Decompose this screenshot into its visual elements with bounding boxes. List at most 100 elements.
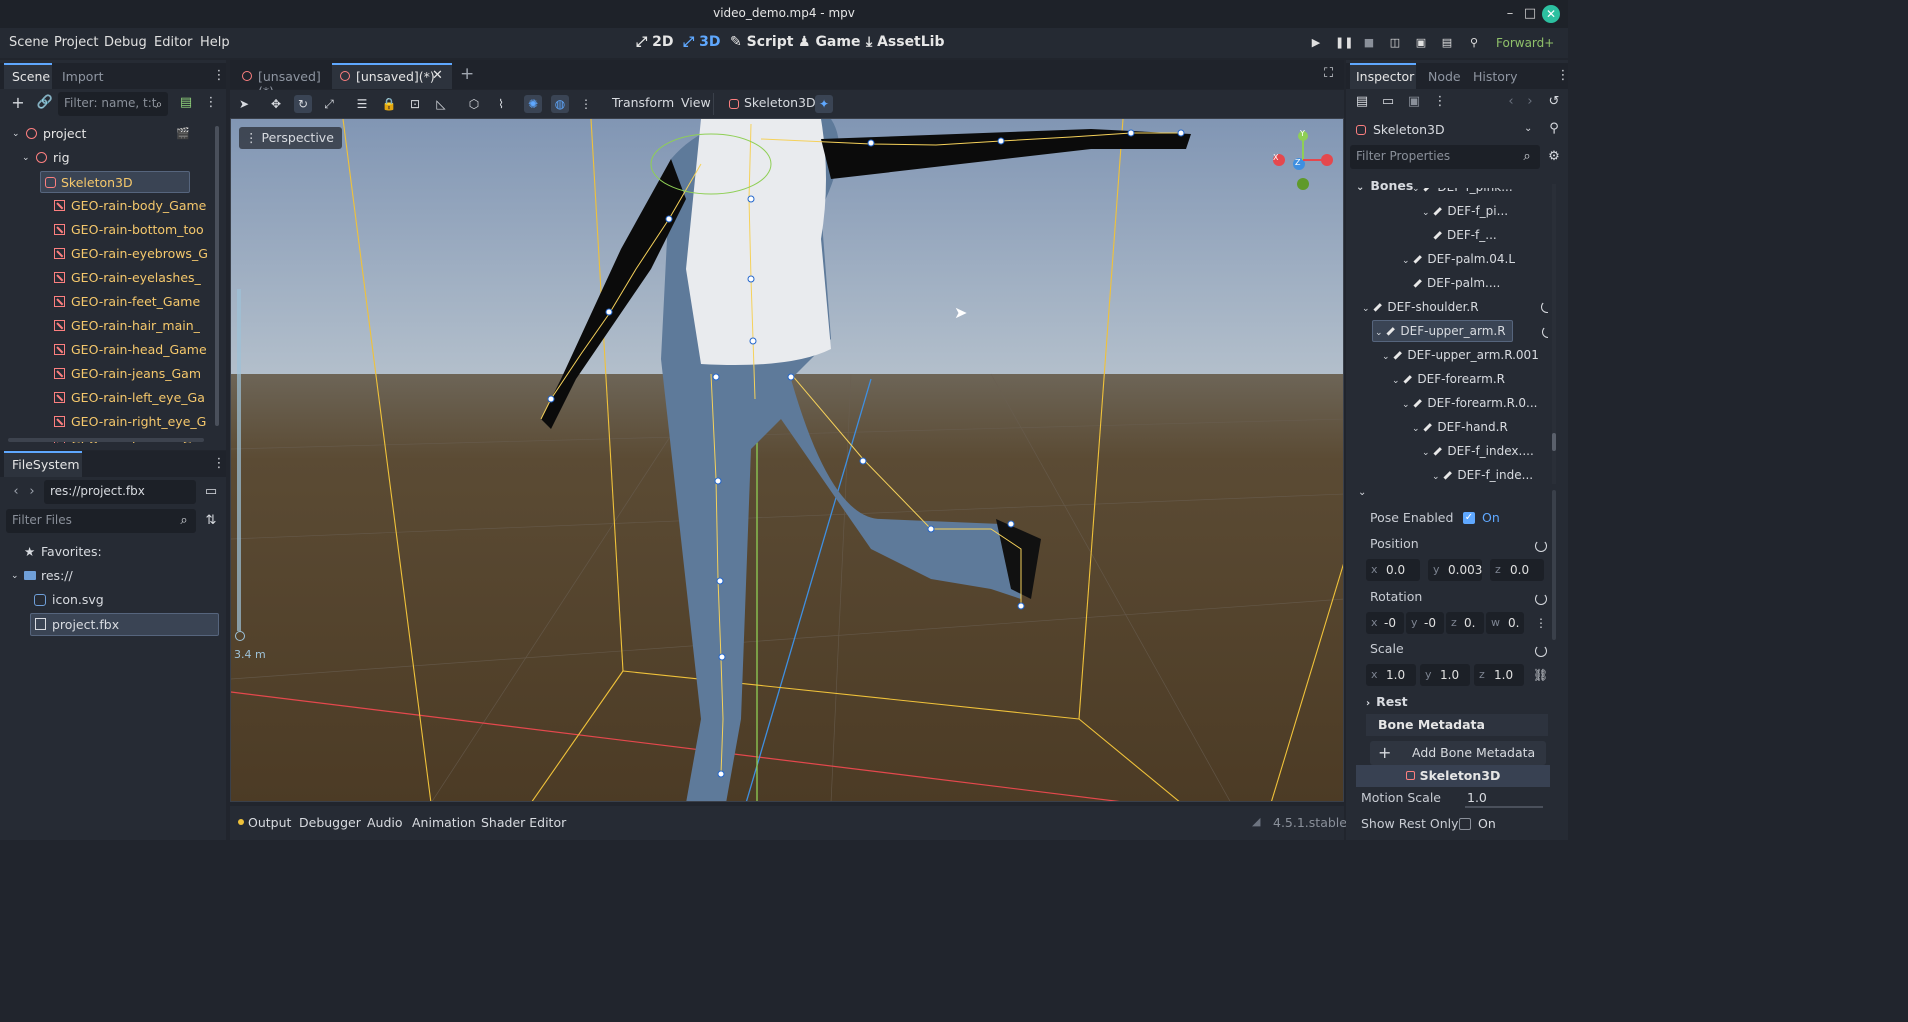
add-tab-icon[interactable]: + bbox=[460, 64, 474, 84]
scene-tree-item[interactable]: GEO-rain-right_eye_G bbox=[0, 411, 210, 433]
link-icon[interactable]: ⛓ bbox=[1533, 668, 1548, 682]
scene-tree-item[interactable]: GEO-rain-body_Game bbox=[0, 195, 210, 217]
movie-maker-icon[interactable]: ⚲ bbox=[1466, 35, 1482, 51]
chevron-down-icon[interactable]: ⌄ bbox=[1358, 487, 1366, 498]
skeleton3d-menu[interactable]: Skeleton3D bbox=[744, 95, 816, 110]
view-menu[interactable]: View bbox=[681, 95, 711, 110]
bone-item[interactable]: ⌄ DEF-forearm.R.0... bbox=[1402, 392, 1537, 414]
scene-tree-item[interactable]: GEO-rain-left_eye_Ga bbox=[0, 387, 210, 409]
tab-node[interactable]: Node bbox=[1428, 69, 1461, 84]
bone-item[interactable]: ⌄ DEF-palm.04.L bbox=[1402, 248, 1515, 270]
history-back-icon[interactable]: ‹ bbox=[1502, 93, 1520, 111]
tab-output[interactable]: Output bbox=[248, 815, 291, 830]
stop-icon[interactable]: ■ bbox=[1361, 35, 1377, 51]
close-icon[interactable]: ✕ bbox=[1542, 5, 1560, 23]
scale-z-field[interactable]: z 1.0 bbox=[1474, 664, 1524, 686]
distraction-free-icon[interactable]: ⛶ bbox=[1324, 66, 1333, 81]
reset-icon[interactable] bbox=[1535, 645, 1547, 657]
instance-scene-icon[interactable]: ▤ bbox=[177, 94, 195, 112]
tab-debugger[interactable]: Debugger bbox=[299, 815, 361, 830]
bone-item[interactable]: ⌄ DEF-forearm.R bbox=[1392, 368, 1505, 390]
workspace-3d-button[interactable]: ⤢ 3D bbox=[683, 34, 720, 50]
chevron-down-icon[interactable]: ⌄ bbox=[11, 565, 19, 587]
chevron-down-icon[interactable]: ⌄ bbox=[1412, 424, 1422, 434]
sun-icon[interactable]: ✺ bbox=[524, 95, 542, 113]
menu-debug[interactable]: Debug bbox=[104, 35, 147, 50]
bone-item[interactable]: DEF-palm.... bbox=[1412, 272, 1500, 294]
chevron-down-icon[interactable]: ⌄ bbox=[1432, 472, 1442, 482]
chevron-down-icon[interactable]: ⌄ bbox=[1382, 352, 1392, 362]
tab-history[interactable]: History bbox=[1473, 69, 1517, 84]
scene-tree-item[interactable]: GEO-rain-head_Game bbox=[0, 339, 210, 361]
file-row-selected[interactable]: project.fbx bbox=[30, 613, 219, 636]
group-icon[interactable]: ⊡ bbox=[406, 95, 424, 113]
res-root-row[interactable]: ⌄ res:// bbox=[0, 565, 226, 589]
chevron-down-icon[interactable]: ⌄ bbox=[1402, 256, 1412, 266]
bones-scrollbar[interactable] bbox=[1552, 433, 1556, 451]
menu-scene[interactable]: Scene bbox=[9, 35, 49, 50]
play-custom-scene-icon[interactable]: ▤ bbox=[1439, 35, 1455, 51]
tab-audio[interactable]: Audio bbox=[367, 815, 403, 830]
save-resource-icon[interactable]: ▣ bbox=[1405, 93, 1423, 111]
bone-item[interactable]: ⌄ DEF-hand.R bbox=[1412, 416, 1508, 438]
resource-menu-icon[interactable]: ⋮ bbox=[1431, 93, 1449, 111]
reset-icon[interactable] bbox=[1535, 540, 1547, 552]
bone-item[interactable]: ⌄ DEF-upper_arm.R bbox=[1372, 320, 1548, 342]
history-icon[interactable]: ↺ bbox=[1545, 93, 1563, 111]
renderer-select[interactable]: Forward+ bbox=[1496, 36, 1554, 50]
scene-tree-item[interactable]: ⌄ rig bbox=[0, 147, 210, 169]
dock-menu-icon[interactable]: ⋮ bbox=[210, 455, 228, 473]
scene-tree-item[interactable]: GEO-rain-feet_Game bbox=[0, 291, 210, 313]
ruler-icon[interactable]: ◺ bbox=[432, 95, 450, 113]
position-x-field[interactable]: x 0.0 bbox=[1366, 559, 1420, 581]
pause-icon[interactable]: ❚❚ bbox=[1335, 35, 1353, 51]
minimize-icon[interactable]: – bbox=[1500, 4, 1520, 24]
rotate-tool-icon[interactable]: ↻ bbox=[294, 95, 312, 113]
inspector-scrollbar[interactable] bbox=[1552, 490, 1556, 640]
move-tool-icon[interactable]: ✥ bbox=[267, 95, 285, 113]
rotation-y-field[interactable]: y -0 bbox=[1406, 612, 1444, 634]
bone-item[interactable]: ⌄ DEF-f_inde... bbox=[1432, 464, 1533, 484]
bone-item[interactable]: ⌄ DEF-f_index.... bbox=[1422, 440, 1534, 462]
tab-shader-editor[interactable]: Shader Editor bbox=[481, 815, 566, 830]
filter-files-input[interactable]: Filter Files bbox=[6, 509, 196, 533]
rotation-w-field[interactable]: w 0. bbox=[1486, 612, 1524, 634]
tab-import[interactable]: Import bbox=[62, 69, 104, 84]
filesystem-path-input[interactable]: res://project.fbx bbox=[44, 480, 196, 504]
new-resource-icon[interactable]: ▤ bbox=[1353, 93, 1371, 111]
workspace-script-button[interactable]: ✎ Script bbox=[730, 34, 793, 50]
show-rest-only-checkbox[interactable] bbox=[1459, 818, 1471, 830]
split-mode-icon[interactable]: ▭ bbox=[202, 483, 220, 501]
rotation-z-field[interactable]: z 0. bbox=[1446, 612, 1484, 634]
dock-menu-icon[interactable]: ⋮ bbox=[210, 67, 228, 85]
bone-item[interactable]: ⌄ DEF-f_pi... bbox=[1422, 200, 1508, 222]
local-space-icon[interactable]: ⬡ bbox=[465, 95, 483, 113]
menu-editor[interactable]: Editor bbox=[154, 35, 192, 50]
environment-icon[interactable]: ◍ bbox=[551, 95, 569, 113]
remote-debug-icon[interactable]: ◫ bbox=[1387, 35, 1403, 51]
favorites-row[interactable]: ★ Favorites: bbox=[0, 541, 226, 565]
chevron-down-icon[interactable]: ⌄ bbox=[12, 123, 20, 145]
scene-tab-active[interactable]: [unsaved](*) ✕ bbox=[332, 63, 452, 89]
scene-tree-item[interactable]: GEO-rain-eyebrows_G bbox=[0, 243, 210, 265]
chevron-down-icon[interactable]: ⌄ bbox=[1375, 328, 1385, 338]
scene-tree-item[interactable]: ⌄Skeleton3D bbox=[40, 171, 190, 193]
open-resource-icon[interactable]: ▭ bbox=[1379, 93, 1397, 111]
chevron-down-icon[interactable]: ⌄ bbox=[1362, 304, 1372, 314]
tab-scene[interactable]: Scene bbox=[12, 69, 50, 84]
history-forward-icon[interactable]: › bbox=[1521, 93, 1539, 111]
bone-item[interactable]: ⌄ DEF-f_pink... bbox=[1412, 188, 1513, 198]
scene-instance-icon[interactable]: 🎬 bbox=[176, 123, 190, 145]
workspace-game-button[interactable]: ♟ Game bbox=[798, 34, 860, 50]
sort-icon[interactable]: ⇅ bbox=[202, 512, 220, 530]
list-select-icon[interactable]: ☰ bbox=[353, 95, 371, 113]
scale-x-field[interactable]: x 1.0 bbox=[1366, 664, 1416, 686]
property-options-icon[interactable]: ⚙ bbox=[1545, 148, 1563, 166]
rest-section[interactable]: › Rest bbox=[1366, 691, 1546, 713]
reset-icon[interactable] bbox=[1541, 301, 1548, 313]
close-tab-icon[interactable]: ✕ bbox=[432, 68, 443, 83]
skeleton3d-section[interactable]: Skeleton3D bbox=[1356, 765, 1550, 787]
transform-menu[interactable]: Transform bbox=[612, 95, 674, 110]
scene-tree-item[interactable]: ⌄ project 🎬 bbox=[0, 123, 210, 145]
zoom-icon[interactable] bbox=[235, 631, 245, 641]
